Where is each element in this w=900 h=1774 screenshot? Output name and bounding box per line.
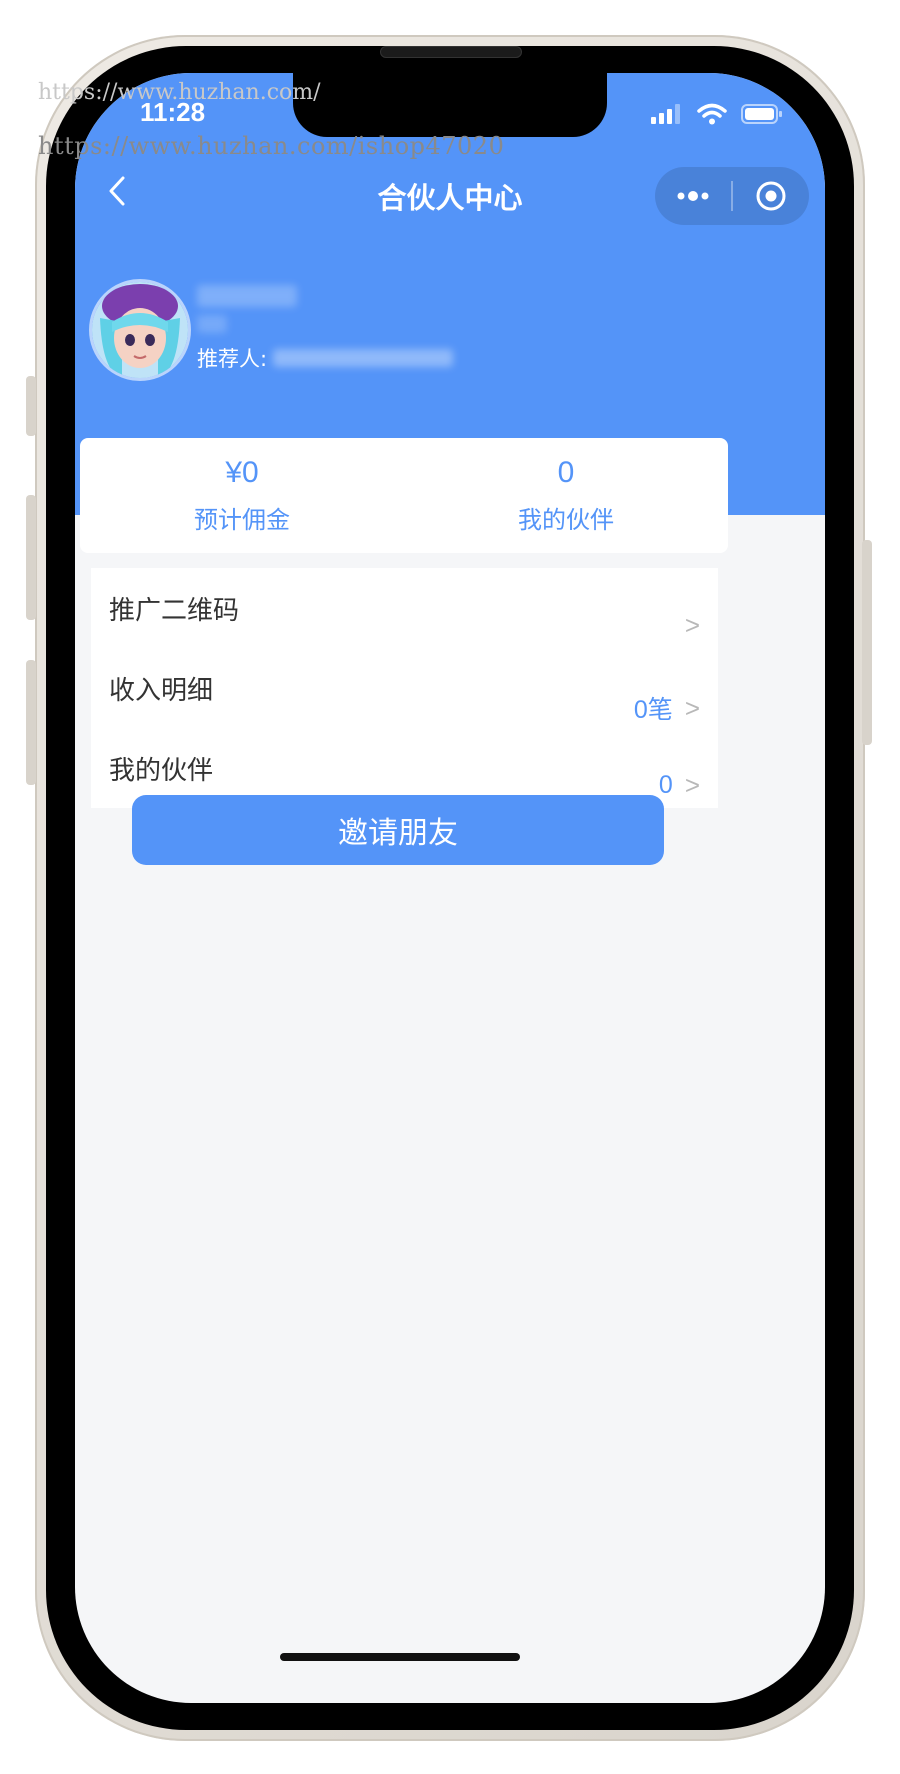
menu-item-income[interactable]: 收入明细 0笔 >	[91, 648, 718, 728]
status-icons	[651, 103, 783, 125]
partners-value: 0	[557, 456, 575, 489]
referrer-label: 推荐人:	[197, 347, 268, 371]
notch	[293, 73, 607, 137]
commission-label: 预计佣金	[194, 506, 290, 534]
watermark-faint: https://www.huzhan.com/	[38, 80, 321, 105]
target-circle-icon	[756, 181, 786, 211]
menu-item-value: 0	[658, 771, 673, 799]
chevron-right-icon: >	[684, 770, 700, 800]
menu-item-value: 0笔	[633, 696, 673, 724]
volume-down-button	[26, 660, 36, 785]
menu-item-right: 0 >	[659, 770, 700, 801]
more-button[interactable]	[655, 167, 731, 225]
stats-card: ¥0 预计佣金 0 我的伙伴	[80, 438, 728, 553]
invite-friends-button[interactable]: 邀请朋友	[132, 795, 664, 865]
stat-partners[interactable]: 0 我的伙伴	[404, 438, 728, 553]
home-indicator	[280, 1653, 520, 1661]
signal-icon	[651, 104, 680, 124]
battery-icon	[741, 104, 782, 124]
avatar-icon	[92, 282, 188, 378]
menu-card: 推广二维码 > 收入明细 0笔 > 我的伙伴 0 >	[91, 568, 718, 808]
user-id-redacted	[197, 315, 227, 333]
watermark-url: https://www.huzhan.com/ishop47020	[38, 132, 505, 160]
wifi-icon	[697, 103, 727, 125]
chevron-right-icon: >	[684, 692, 700, 723]
user-name-redacted	[197, 285, 297, 307]
speaker-grille	[380, 46, 522, 58]
mute-switch	[26, 376, 36, 436]
chevron-right-icon: >	[684, 610, 700, 640]
menu-item-right: 0笔 >	[634, 690, 700, 726]
menu-item-qrcode[interactable]: 推广二维码 >	[91, 568, 718, 648]
power-button	[862, 540, 872, 745]
more-dots-icon	[677, 191, 709, 201]
menu-item-label: 我的伙伴	[109, 755, 214, 786]
miniprogram-capsule	[655, 167, 809, 225]
stat-commission[interactable]: ¥0 预计佣金	[80, 438, 404, 553]
avatar[interactable]	[89, 279, 191, 381]
volume-up-button	[26, 495, 36, 620]
menu-item-label: 收入明细	[109, 675, 214, 706]
partners-label: 我的伙伴	[518, 506, 614, 534]
referrer: 推荐人:	[197, 343, 454, 373]
close-miniprogram-button[interactable]	[733, 167, 809, 225]
commission-value: ¥0	[225, 456, 259, 489]
menu-item-label: 推广二维码	[109, 595, 240, 626]
referrer-redacted	[273, 349, 454, 367]
menu-item-right: >	[673, 610, 700, 641]
phone-screen: 11:28 合伙人中心 推荐人: ¥0 预计佣金 0 我的伙伴 推广二维码 > …	[75, 73, 825, 1703]
